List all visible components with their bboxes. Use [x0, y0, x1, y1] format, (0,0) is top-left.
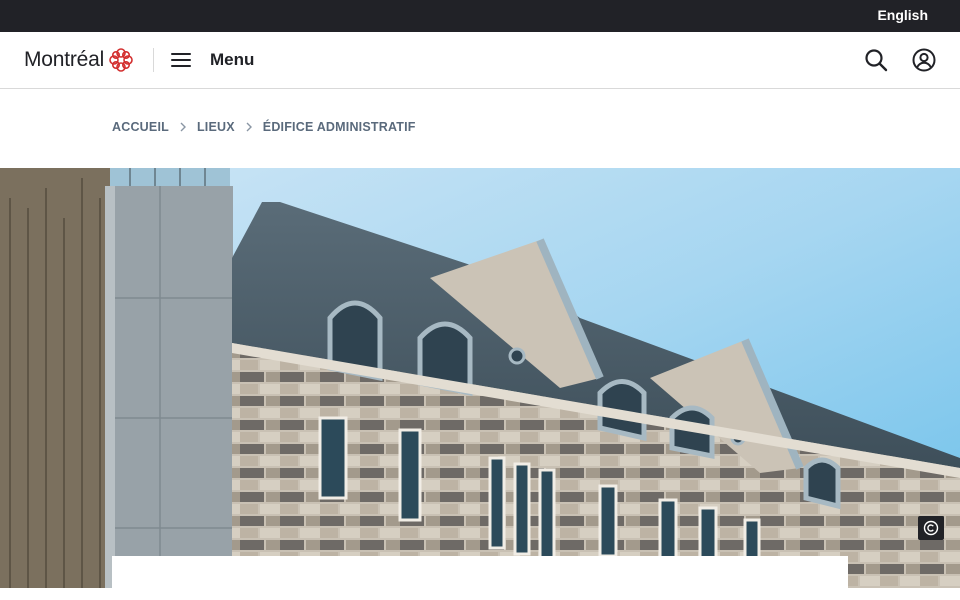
- breadcrumb: ACCUEIL LIEUX ÉDIFICE ADMINISTRATIF: [112, 120, 416, 134]
- montreal-rosette-icon: [109, 48, 133, 72]
- account-button[interactable]: [911, 47, 937, 73]
- breadcrumb-item-accueil[interactable]: ACCUEIL: [112, 120, 169, 134]
- hero-image: [0, 168, 960, 588]
- menu-label: Menu: [210, 50, 255, 69]
- chevron-right-icon: [246, 122, 252, 132]
- user-account-icon: [912, 48, 936, 72]
- header-divider: [153, 48, 154, 72]
- breadcrumb-item-current: ÉDIFICE ADMINISTRATIF: [262, 120, 416, 134]
- copyright-button[interactable]: [918, 516, 944, 540]
- language-bar: English: [0, 0, 960, 32]
- language-link-english[interactable]: English: [877, 7, 928, 23]
- montreal-logo[interactable]: Montréal: [24, 47, 134, 73]
- search-icon: [865, 49, 888, 72]
- building-facade-image: [0, 168, 960, 588]
- logo-wordmark: Montréal: [24, 48, 105, 71]
- hamburger-icon: [171, 53, 191, 67]
- content-card: [112, 556, 848, 600]
- copyright-icon: [923, 520, 939, 536]
- site-header: Montréal Menu: [0, 32, 960, 89]
- breadcrumb-item-lieux[interactable]: LIEUX: [197, 120, 235, 134]
- menu-button[interactable]: Menu: [170, 46, 254, 74]
- chevron-right-icon: [180, 122, 186, 132]
- search-button[interactable]: [863, 47, 889, 73]
